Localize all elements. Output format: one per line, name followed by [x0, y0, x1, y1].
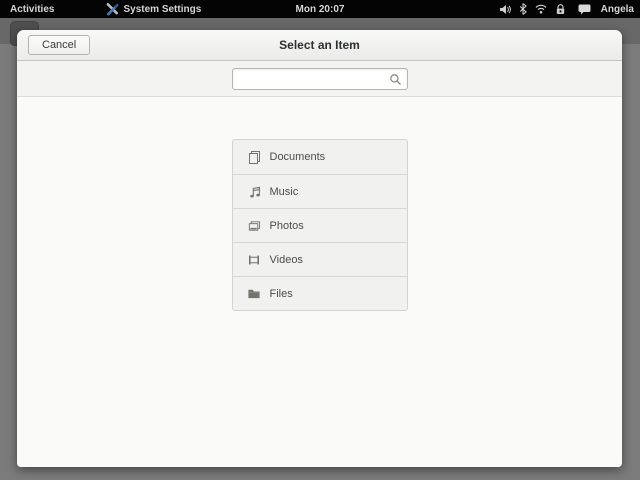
screen: Activities System Settings Mon 20:07 Ang…	[0, 0, 640, 480]
dialog-content: Documents Music Photos Videos Files	[17, 97, 622, 467]
list-item-label: Photos	[269, 219, 304, 232]
photos-icon	[247, 219, 261, 233]
bluetooth-icon	[519, 3, 527, 15]
list-item-music[interactable]: Music	[232, 174, 407, 208]
videos-icon	[247, 253, 261, 267]
list-item-label: Music	[269, 185, 299, 198]
list-item-files[interactable]: Files	[232, 276, 407, 310]
volume-icon	[499, 4, 511, 15]
files-icon	[247, 287, 261, 300]
rotation-lock-icon	[555, 3, 566, 15]
top-bar: Activities System Settings Mon 20:07 Ang…	[0, 0, 640, 18]
system-settings-icon	[106, 2, 120, 16]
list-item-documents[interactable]: Documents	[233, 140, 407, 174]
list-item-photos[interactable]: Photos	[232, 208, 407, 242]
app-menu-label: System Settings	[123, 3, 202, 15]
select-item-dialog: Cancel Select an Item Documents Music Ph…	[17, 30, 622, 467]
activities-button[interactable]: Activities	[6, 4, 58, 15]
list-item-label: Documents	[269, 151, 326, 163]
app-menu[interactable]: System Settings	[106, 2, 201, 16]
dialog-header: Cancel Select an Item	[17, 30, 622, 61]
system-status-area[interactable]: Angela	[499, 3, 634, 15]
wifi-icon	[535, 4, 547, 14]
documents-icon	[247, 150, 261, 165]
list-item-label: Videos	[269, 253, 303, 266]
search-section	[17, 61, 622, 97]
dialog-title: Select an Item	[279, 38, 360, 52]
cancel-button[interactable]: Cancel	[28, 35, 91, 55]
item-list: Documents Music Photos Videos Files	[231, 139, 408, 311]
list-item-videos[interactable]: Videos	[232, 242, 407, 276]
search-input[interactable]	[236, 68, 389, 91]
list-item-label: Files	[269, 287, 293, 300]
user-name: Angela	[600, 3, 634, 15]
music-icon	[247, 184, 261, 199]
chat-icon	[578, 4, 591, 15]
search-icon	[389, 73, 402, 91]
search-entry[interactable]	[231, 67, 408, 91]
